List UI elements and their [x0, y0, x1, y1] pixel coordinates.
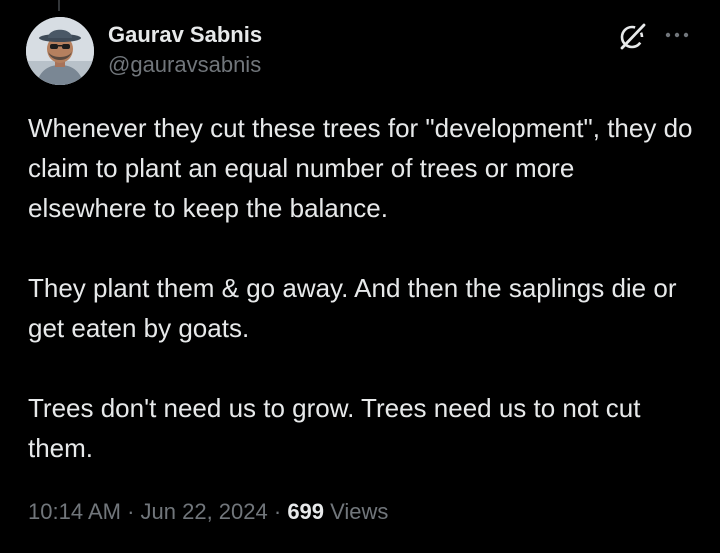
thread-connector-line — [58, 0, 60, 11]
meta-separator: · — [267, 499, 288, 524]
grok-icon-glyph — [620, 23, 646, 50]
author-handle[interactable]: @gauravsabnis — [108, 50, 262, 80]
tweet-time[interactable]: 10:14 AM — [28, 499, 121, 524]
ellipsis-icon — [665, 32, 689, 38]
meta-separator: · — [120, 499, 141, 524]
views-label: Views — [324, 499, 389, 524]
tweet-meta: 10:14 AM · Jun 22, 2024 · 699 Views — [28, 496, 388, 528]
tweet-date[interactable]: Jun 22, 2024 — [141, 499, 268, 524]
author-names: Gaurav Sabnis @gauravsabnis — [108, 21, 262, 80]
tweet-header: Gaurav Sabnis @gauravsabnis — [26, 17, 694, 85]
author-display-name[interactable]: Gaurav Sabnis — [108, 21, 262, 49]
tweet-paragraph: They plant them & go away. And then the … — [28, 273, 677, 343]
grok-icon[interactable] — [617, 20, 649, 52]
views-count[interactable]: 699 — [287, 499, 324, 524]
more-options-icon[interactable] — [662, 20, 692, 50]
tweet-paragraph: Trees don't need us to grow. Trees need … — [28, 393, 641, 463]
tweet-text: Whenever they cut these trees for "devel… — [28, 108, 698, 468]
tweet-paragraph: Whenever they cut these trees for "devel… — [28, 113, 693, 223]
author-avatar[interactable] — [26, 17, 94, 85]
avatar-image — [26, 17, 94, 85]
